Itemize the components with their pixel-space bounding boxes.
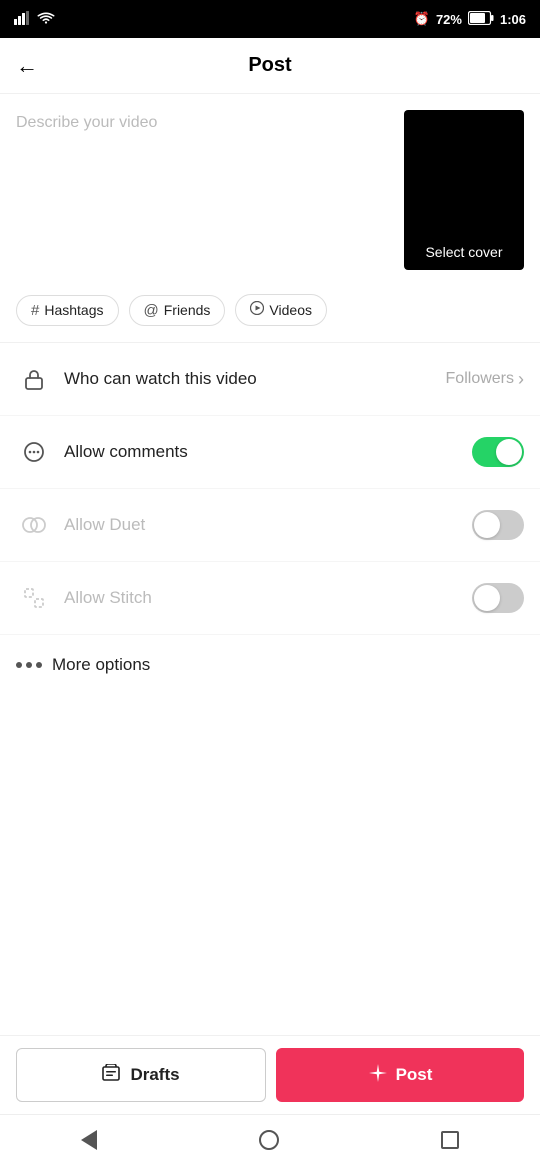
allow-comments-toggle[interactable] <box>472 437 524 467</box>
nav-back-icon[interactable] <box>81 1130 97 1155</box>
chip-hashtags-label: Hashtags <box>44 302 103 318</box>
settings-list: Who can watch this video Followers › All… <box>0 343 540 635</box>
dot1 <box>16 662 22 668</box>
video-description-placeholder: Describe your video <box>16 114 157 131</box>
status-right: ⏰ 72% 1:06 <box>414 11 526 28</box>
setting-allow-comments: Allow comments <box>0 416 540 489</box>
setting-who-can-watch[interactable]: Who can watch this video Followers › <box>0 343 540 416</box>
header: ← Post <box>0 38 540 94</box>
battery-percent: 72% <box>436 12 462 27</box>
drafts-button[interactable]: Drafts <box>16 1048 266 1102</box>
video-thumbnail[interactable]: Select cover <box>404 110 524 270</box>
video-area: Describe your video Select cover <box>0 94 540 286</box>
play-icon <box>250 301 264 319</box>
setting-allow-duet: Allow Duet <box>0 489 540 562</box>
time: 1:06 <box>500 12 526 27</box>
nav-home-icon[interactable] <box>259 1130 279 1155</box>
lock-icon <box>16 361 52 397</box>
drafts-icon <box>102 1064 122 1087</box>
chip-videos-label: Videos <box>269 302 312 318</box>
comment-icon <box>16 434 52 470</box>
toggle-knob <box>496 439 522 465</box>
wifi-icon <box>37 11 55 28</box>
allow-duet-toggle[interactable] <box>472 510 524 540</box>
signal-icon <box>14 11 32 28</box>
allow-comments-label: Allow comments <box>64 442 472 462</box>
page-title: Post <box>248 54 291 77</box>
hashtag-icon: # <box>31 302 39 319</box>
allow-duet-label: Allow Duet <box>64 515 472 535</box>
alarm-icon: ⏰ <box>414 11 430 27</box>
bottom-actions: Drafts Post <box>0 1035 540 1114</box>
back-button[interactable]: ← <box>16 53 38 79</box>
more-dots-icon <box>16 662 42 668</box>
more-options[interactable]: More options <box>0 635 540 695</box>
allow-stitch-toggle[interactable] <box>472 583 524 613</box>
tag-chips: # Hashtags @ Friends Videos <box>0 286 540 342</box>
select-cover-label: Select cover <box>425 244 502 260</box>
chip-hashtags[interactable]: # Hashtags <box>16 295 119 326</box>
chip-videos[interactable]: Videos <box>235 294 327 326</box>
allow-stitch-label: Allow Stitch <box>64 588 472 608</box>
toggle-knob-duet <box>474 512 500 538</box>
duet-icon <box>16 507 52 543</box>
chevron-right-icon: › <box>518 369 524 390</box>
drafts-label: Drafts <box>130 1065 179 1085</box>
battery-icon <box>468 11 494 28</box>
status-left <box>14 11 55 28</box>
post-button[interactable]: Post <box>276 1048 524 1102</box>
who-can-watch-value: Followers <box>446 370 514 388</box>
chip-friends-label: Friends <box>164 302 211 318</box>
dot2 <box>26 662 32 668</box>
nav-bar <box>0 1114 540 1170</box>
post-label: Post <box>396 1065 433 1085</box>
dot3 <box>36 662 42 668</box>
setting-allow-stitch: Allow Stitch <box>0 562 540 635</box>
post-sparkle-icon <box>368 1063 388 1088</box>
at-icon: @ <box>144 302 159 319</box>
who-can-watch-label: Who can watch this video <box>64 369 446 389</box>
status-bar: ⏰ 72% 1:06 <box>0 0 540 38</box>
chip-friends[interactable]: @ Friends <box>129 295 226 326</box>
stitch-icon <box>16 580 52 616</box>
toggle-knob-stitch <box>474 585 500 611</box>
video-description-input[interactable]: Describe your video <box>16 110 392 210</box>
nav-recents-icon[interactable] <box>441 1131 459 1154</box>
more-options-label: More options <box>52 655 150 675</box>
